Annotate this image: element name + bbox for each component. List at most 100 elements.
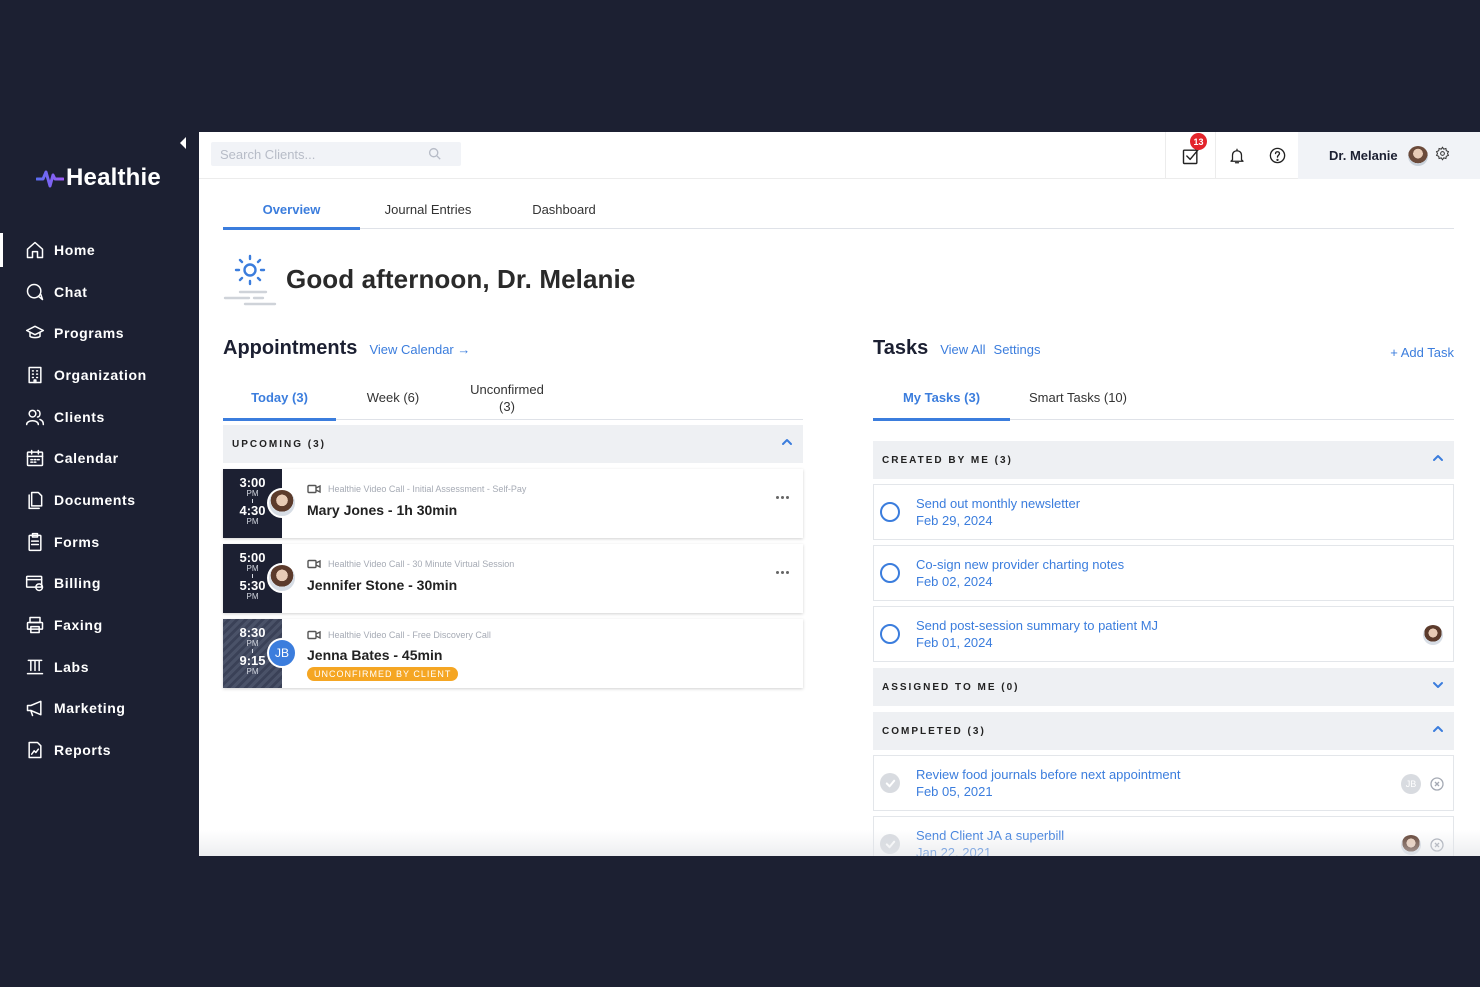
megaphone-icon — [24, 698, 45, 719]
list-item[interactable]: Co-sign new provider charting notes Feb … — [873, 545, 1454, 601]
list-item[interactable]: Send out monthly newsletter Feb 29, 2024 — [873, 484, 1454, 540]
tab-week[interactable]: Week (6) — [336, 375, 450, 420]
help-icon — [1269, 147, 1286, 164]
sidebar-item-reports[interactable]: Reports — [0, 729, 199, 771]
task-checkbox[interactable] — [880, 502, 900, 522]
tab-dashboard[interactable]: Dashboard — [496, 190, 632, 229]
sidebar-item-billing[interactable]: Billing — [0, 563, 199, 605]
sidebar-item-marketing[interactable]: Marketing — [0, 688, 199, 730]
appointment-type: Healthie Video Call - Free Discovery Cal… — [307, 628, 803, 642]
task-list: CREATED BY ME (3) Send out monthly newsl… — [873, 441, 1454, 856]
end-ampm: PM — [246, 592, 259, 601]
tab-today[interactable]: Today (3) — [223, 375, 336, 421]
sidebar-item-programs[interactable]: Programs — [0, 312, 199, 354]
task-title: Send post-session summary to patient MJ — [916, 618, 1159, 633]
sidebar-item-calendar[interactable]: Calendar — [0, 437, 199, 479]
avatar — [1401, 835, 1421, 855]
users-icon — [24, 406, 45, 427]
notifications-button[interactable] — [1216, 132, 1257, 179]
task-title: Review food journals before next appoint… — [916, 767, 1181, 782]
task-date: Jan 22, 2021 — [916, 845, 992, 856]
sidebar-item-documents[interactable]: Documents — [0, 479, 199, 521]
sidebar-item-forms[interactable]: Forms — [0, 521, 199, 563]
help-button[interactable] — [1257, 132, 1298, 179]
start-time: 3:00 — [239, 475, 266, 490]
chevron-up-icon[interactable] — [781, 435, 793, 453]
appointment-card[interactable]: 5:00 PM 5:30 PM Healthie Video Call - 30… — [223, 544, 803, 613]
tab-overview[interactable]: Overview — [223, 190, 360, 230]
settings-link[interactable]: Settings — [994, 342, 1041, 357]
upcoming-group-header[interactable]: UPCOMING (3) — [223, 425, 803, 463]
created-by-me-header[interactable]: CREATED BY ME (3) — [873, 441, 1454, 479]
task-checkbox[interactable] — [880, 624, 900, 644]
appointment-card[interactable]: 3:00 PM 4:30 PM Healthie Video Call - In… — [223, 469, 803, 538]
avatar: JB — [1401, 774, 1421, 794]
chevron-up-icon[interactable] — [1432, 451, 1444, 469]
chevron-up-icon[interactable] — [1432, 722, 1444, 740]
appointment-card[interactable]: 8:30 PM 9:15 PM JB Healthie Video Call -… — [223, 619, 803, 688]
calendar-icon — [24, 448, 45, 469]
end-time: 9:15 — [239, 653, 266, 668]
view-all-link[interactable]: View All — [940, 342, 985, 357]
close-icon[interactable] — [1430, 838, 1444, 852]
sidebar-item-home[interactable]: Home — [0, 229, 199, 271]
tab-smart-tasks[interactable]: Smart Tasks (10) — [1010, 375, 1146, 420]
appointment-type-label: Healthie Video Call - 30 Minute Virtual … — [328, 559, 515, 569]
user-menu[interactable]: Dr. Melanie — [1298, 132, 1480, 179]
page-tabs: Overview Journal Entries Dashboard — [223, 190, 1454, 230]
view-calendar-link[interactable]: View Calendar → — [369, 342, 470, 357]
end-time: 5:30 — [239, 578, 266, 593]
appointment-name: Mary Jones - 1h 30min — [307, 502, 458, 518]
task-date: Feb 02, 2024 — [916, 574, 993, 589]
user-name: Dr. Melanie — [1329, 148, 1398, 163]
list-item[interactable]: Send Client JA a superbill Jan 22, 2021 — [873, 816, 1454, 856]
add-task-button[interactable]: + Add Task — [1390, 345, 1454, 360]
search-input[interactable] — [220, 146, 420, 162]
chevron-down-icon[interactable] — [1432, 678, 1444, 696]
completed-header[interactable]: COMPLETED (3) — [873, 712, 1454, 750]
gear-icon[interactable] — [1435, 145, 1450, 166]
task-checkbox[interactable] — [880, 563, 900, 583]
main-panel: 13 Dr. Melanie Overview Journal Entries … — [199, 132, 1480, 856]
list-item[interactable]: Send post-session summary to patient MJ … — [873, 606, 1454, 662]
more-options-icon[interactable] — [776, 571, 789, 574]
appointments-title: Appointments — [223, 337, 358, 359]
task-title: Co-sign new provider charting notes — [916, 557, 1125, 572]
video-camera-icon — [307, 484, 321, 494]
close-icon[interactable] — [1430, 777, 1444, 791]
sidebar-item-organization[interactable]: Organization — [0, 354, 199, 396]
building-icon — [24, 364, 45, 385]
heartbeat-logo-icon — [36, 170, 64, 188]
tasks-tabs: My Tasks (3) Smart Tasks (10) — [873, 375, 1454, 421]
tab-my-tasks[interactable]: My Tasks (3) — [873, 375, 1010, 421]
tasks-button[interactable]: 13 — [1165, 132, 1216, 179]
search-icon[interactable] — [428, 147, 441, 160]
tasks-badge: 13 — [1190, 133, 1207, 150]
list-item[interactable]: Review food journals before next appoint… — [873, 755, 1454, 811]
group-title: COMPLETED (3) — [882, 725, 986, 737]
check-icon[interactable] — [880, 773, 900, 793]
check-icon[interactable] — [880, 834, 900, 854]
more-options-icon[interactable] — [776, 496, 789, 499]
assigned-to-me-header[interactable]: ASSIGNED TO ME (0) — [873, 668, 1454, 706]
sidebar-item-chat[interactable]: Chat — [0, 271, 199, 313]
appointment-type: Healthie Video Call - 30 Minute Virtual … — [307, 557, 803, 571]
sidebar-nav: Home Chat Programs Organization Clients … — [0, 229, 199, 771]
clipboard-icon — [24, 531, 45, 552]
sidebar-item-labs[interactable]: Labs — [0, 646, 199, 688]
sidebar-item-label: Organization — [54, 366, 147, 383]
appointment-name: Jennifer Stone - 30min — [307, 577, 458, 593]
search-box — [211, 142, 461, 166]
collapse-sidebar-icon[interactable] — [180, 137, 186, 149]
graduation-cap-icon — [24, 323, 45, 344]
brand-logo[interactable]: Healthie — [36, 164, 161, 192]
avatar — [1407, 145, 1428, 166]
sidebar-item-clients[interactable]: Clients — [0, 396, 199, 438]
start-ampm: PM — [246, 564, 259, 573]
video-camera-icon — [307, 630, 321, 640]
status-badge: UNCONFIRMED BY CLIENT — [307, 667, 459, 681]
bell-icon — [1229, 148, 1244, 163]
tab-journal-entries[interactable]: Journal Entries — [360, 190, 496, 229]
tab-unconfirmed[interactable]: Unconfirmed (3) — [450, 375, 564, 420]
sidebar-item-faxing[interactable]: Faxing — [0, 604, 199, 646]
